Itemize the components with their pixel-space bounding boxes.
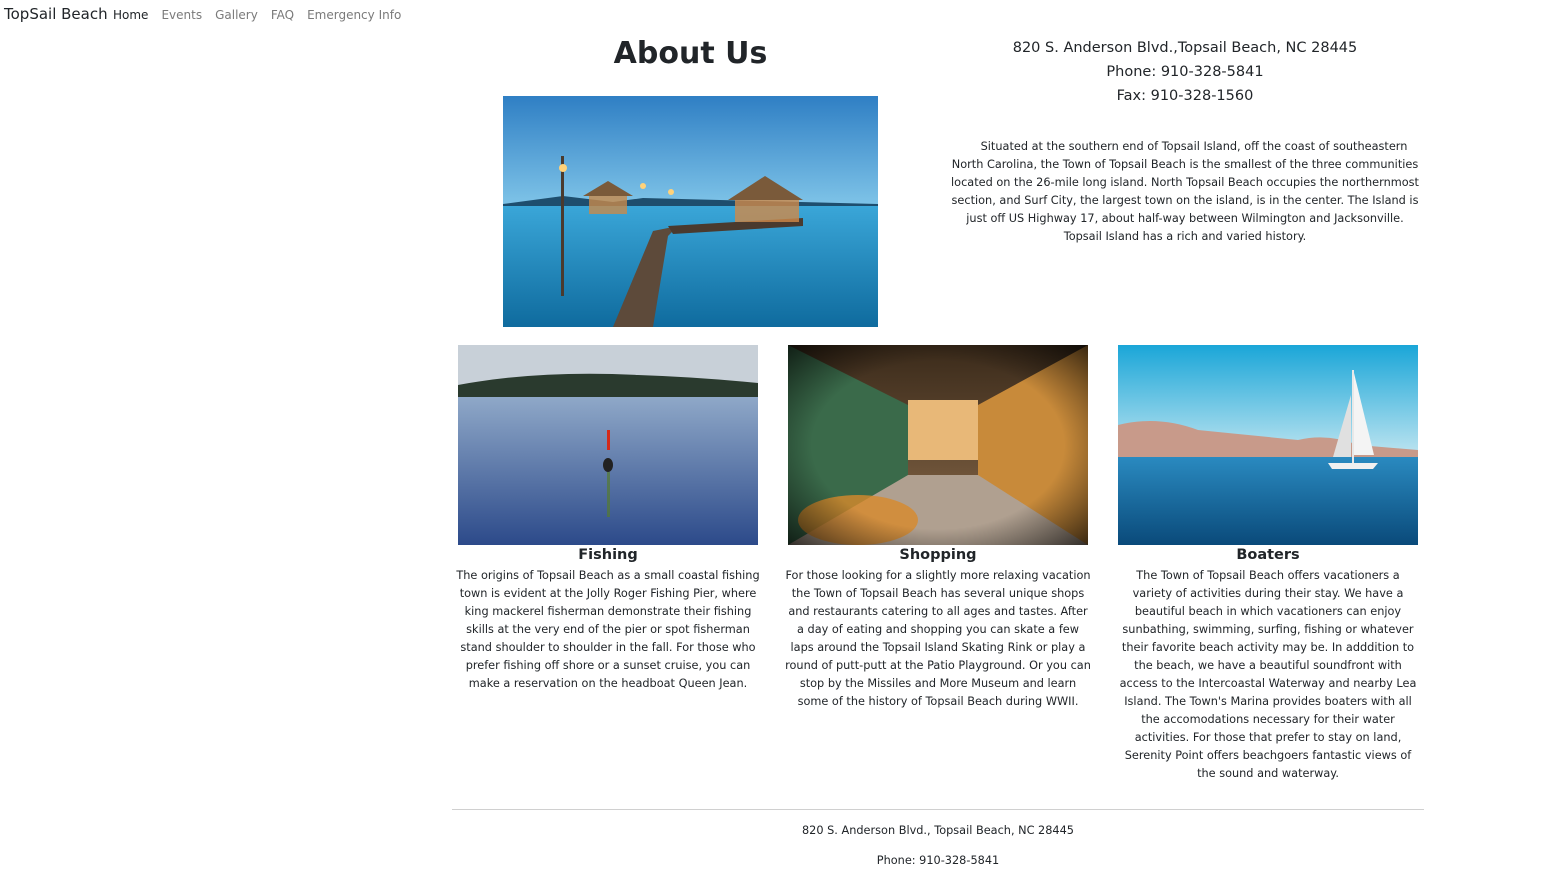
footer-phone: Phone: 910-328-5841 [876, 854, 1000, 867]
fishing-image [458, 345, 758, 545]
brand-link[interactable]: TopSail Beach [4, 5, 108, 23]
nav-home[interactable]: Home [113, 8, 148, 22]
shopping-image [788, 345, 1088, 545]
fishing-text: The origins of Topsail Beach as a small … [456, 569, 760, 690]
contact-phone: Phone: 910-328-5841 [1106, 64, 1264, 80]
intro-paragraph: Situated at the southern end of Topsail … [951, 140, 1419, 244]
footer-address: 820 S. Anderson Blvd., Topsail Beach, NC… [801, 824, 1074, 837]
navbar: TopSail Beach Home Events Gallery FAQ Em… [0, 0, 1564, 32]
nav-emergency-info[interactable]: Emergency Info [307, 8, 401, 22]
fishing-title: Fishing [578, 547, 638, 563]
boaters-text: The Town of Topsail Beach offers vacatio… [1119, 569, 1417, 780]
page-title: About Us [613, 36, 768, 71]
nav-events[interactable]: Events [161, 8, 202, 22]
shopping-title: Shopping [899, 547, 977, 563]
boaters-title: Boaters [1236, 547, 1300, 563]
fishing-card: Fishing The origins of Topsail Beach as … [456, 345, 760, 693]
boaters-image [1118, 345, 1418, 545]
footer-divider [452, 809, 1424, 810]
contact-address: 820 S. Anderson Blvd.,Topsail Beach, NC … [1012, 40, 1358, 56]
shopping-card: Shopping For those looking for a slightl… [785, 345, 1091, 711]
nav-links: Home Events Gallery FAQ Emergency Info [113, 8, 414, 22]
boaters-card: Boaters The Town of Topsail Beach offers… [1118, 345, 1418, 783]
pier-image [503, 96, 878, 327]
nav-faq[interactable]: FAQ [271, 8, 294, 22]
nav-gallery[interactable]: Gallery [215, 8, 258, 22]
contact-info: 820 S. Anderson Blvd.,Topsail Beach, NC … [950, 36, 1420, 108]
shopping-text: For those looking for a slightly more re… [785, 569, 1091, 708]
contact-fax: Fax: 910-328-1560 [1116, 88, 1254, 104]
